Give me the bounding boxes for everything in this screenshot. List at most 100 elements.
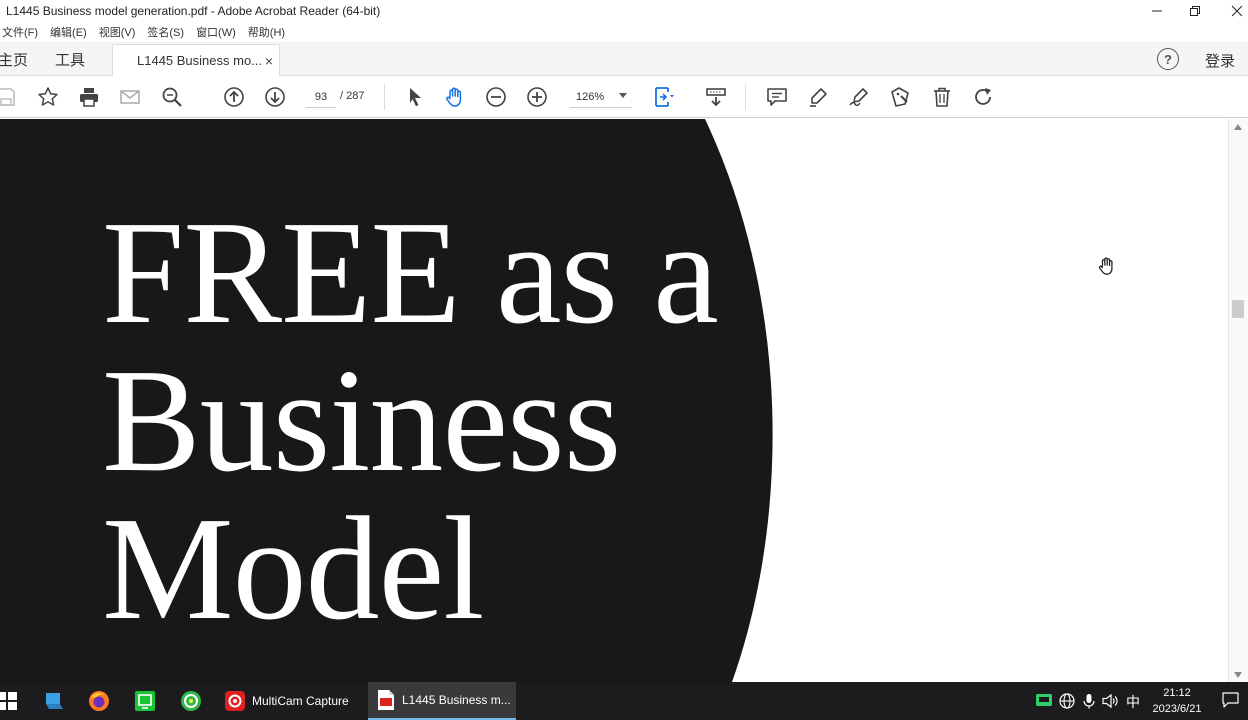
toolbar-divider (745, 84, 746, 110)
zoom-level-value: 126% (576, 90, 605, 103)
save-button[interactable] (0, 85, 18, 109)
edit-stamp-button[interactable] (888, 85, 912, 109)
star-icon (38, 87, 58, 106)
page-number-input[interactable]: 93 (306, 86, 336, 108)
highlight-button[interactable] (806, 85, 830, 109)
windows-logo-icon (0, 692, 17, 710)
toolbar: 93 / 287 126% (0, 76, 1248, 118)
restore-button[interactable] (1172, 0, 1218, 22)
pdf-file-icon (378, 690, 394, 710)
ime-indicator[interactable]: 中 (1126, 692, 1140, 712)
taskbar-360-app[interactable] (179, 689, 203, 713)
notification-button[interactable] (1222, 692, 1239, 711)
window-title: L1445 Business model generation.pdf - Ad… (6, 4, 381, 18)
edit-stamp-icon (891, 87, 909, 107)
taskbar-acrobat[interactable]: L1445 Business m... (368, 682, 516, 720)
heading-line-3: Model (102, 487, 484, 651)
page-total: / 287 (340, 90, 365, 102)
rotate-button[interactable] (971, 85, 995, 109)
menu-bar: 文件(F) 编辑(E) 视图(V) 签名(S) 窗口(W) 帮助(H) (0, 22, 1248, 42)
delete-icon (934, 87, 950, 107)
system-clock[interactable]: 21:12 2023/6/21 (1146, 685, 1208, 717)
tab-row: 主页 工具 L1445 Business mo... × ? 登录 (0, 42, 1248, 76)
menu-help[interactable]: 帮助(H) (242, 24, 291, 40)
zoom-search-icon (162, 87, 182, 107)
comment-icon (767, 88, 787, 106)
speaker-icon (1102, 693, 1118, 709)
restore-icon (1190, 6, 1200, 16)
previous-page-button[interactable] (222, 85, 246, 109)
taskbar-firefox[interactable] (87, 689, 111, 713)
page-up-icon (224, 87, 244, 107)
menu-sign[interactable]: 签名(S) (141, 24, 190, 40)
clock-time: 21:12 (1163, 687, 1191, 699)
print-button[interactable] (77, 85, 101, 109)
start-button[interactable] (0, 689, 20, 713)
scrollbar-thumb[interactable] (1232, 300, 1244, 318)
scrolling-mode-button[interactable] (704, 85, 728, 109)
highlight-icon (810, 88, 827, 107)
comment-button[interactable] (765, 85, 789, 109)
menu-edit[interactable]: 编辑(E) (44, 24, 93, 40)
globe-icon (1059, 693, 1075, 709)
firefox-icon (89, 691, 109, 711)
zoom-out-icon (486, 87, 506, 107)
clock-date: 2023/6/21 (1152, 703, 1202, 715)
scroll-down-arrow-icon[interactable] (1234, 672, 1242, 678)
green-app-icon (135, 691, 155, 711)
microphone-icon (1083, 694, 1095, 709)
tray-microphone[interactable] (1082, 693, 1096, 712)
taskbar-multicam-label: MultiCam Capture (252, 694, 349, 708)
email-button[interactable] (118, 85, 142, 109)
taskbar-explorer[interactable] (42, 689, 66, 713)
delete-button[interactable] (930, 85, 954, 109)
fit-page-icon (655, 87, 674, 107)
tab-close-button[interactable]: × (265, 53, 273, 69)
bookmark-star-button[interactable] (36, 85, 60, 109)
menu-view[interactable]: 视图(V) (93, 24, 142, 40)
tray-volume[interactable] (1102, 693, 1120, 712)
print-icon (80, 88, 98, 107)
menu-window[interactable]: 窗口(W) (190, 24, 242, 40)
hand-tool-button[interactable] (443, 85, 467, 109)
minimize-icon (1152, 10, 1162, 12)
save-icon (0, 88, 15, 106)
vertical-scrollbar[interactable] (1228, 119, 1248, 682)
login-button[interactable]: 登录 (1205, 50, 1235, 71)
taskbar-acrobat-label: L1445 Business m... (402, 693, 511, 707)
heading-line-1: FREE as a (102, 191, 719, 355)
fit-page-button[interactable] (652, 85, 676, 109)
tab-tools[interactable]: 工具 (55, 42, 85, 76)
sign-icon (849, 88, 868, 107)
close-window-button[interactable] (1214, 0, 1248, 22)
tab-home[interactable]: 主页 (0, 42, 28, 76)
notification-icon (1222, 692, 1239, 708)
document-viewport[interactable]: FREE as a Business Model (0, 119, 1228, 682)
360-app-icon (181, 691, 201, 711)
sign-button[interactable] (847, 85, 871, 109)
hand-cursor-icon (1098, 257, 1113, 275)
scroll-mode-icon (706, 88, 726, 107)
zoom-out-button[interactable] (484, 85, 508, 109)
taskbar-multicam[interactable]: MultiCam Capture (220, 682, 360, 720)
hand-icon (446, 87, 462, 107)
title-bar: L1445 Business model generation.pdf - Ad… (0, 0, 1248, 22)
taskbar-green-app[interactable] (133, 689, 157, 713)
zoom-in-button[interactable] (525, 85, 549, 109)
tab-document[interactable]: L1445 Business mo... × (112, 44, 280, 76)
next-page-button[interactable] (263, 85, 287, 109)
multicam-icon (225, 691, 245, 711)
heading-line-2: Business (102, 339, 621, 503)
computer-icon (46, 693, 63, 709)
taskbar: MultiCam Capture L1445 Business m... 中 2… (0, 682, 1248, 720)
find-button[interactable] (160, 85, 184, 109)
select-tool-button[interactable] (403, 85, 427, 109)
tray-app[interactable] (1036, 693, 1052, 710)
help-button[interactable]: ? (1157, 48, 1179, 70)
mail-icon (120, 90, 140, 104)
zoom-in-icon (527, 87, 547, 107)
scroll-up-arrow-icon[interactable] (1234, 124, 1242, 130)
tray-network[interactable] (1059, 693, 1075, 712)
chevron-down-icon[interactable] (619, 93, 627, 98)
menu-file[interactable]: 文件(F) (0, 24, 44, 40)
